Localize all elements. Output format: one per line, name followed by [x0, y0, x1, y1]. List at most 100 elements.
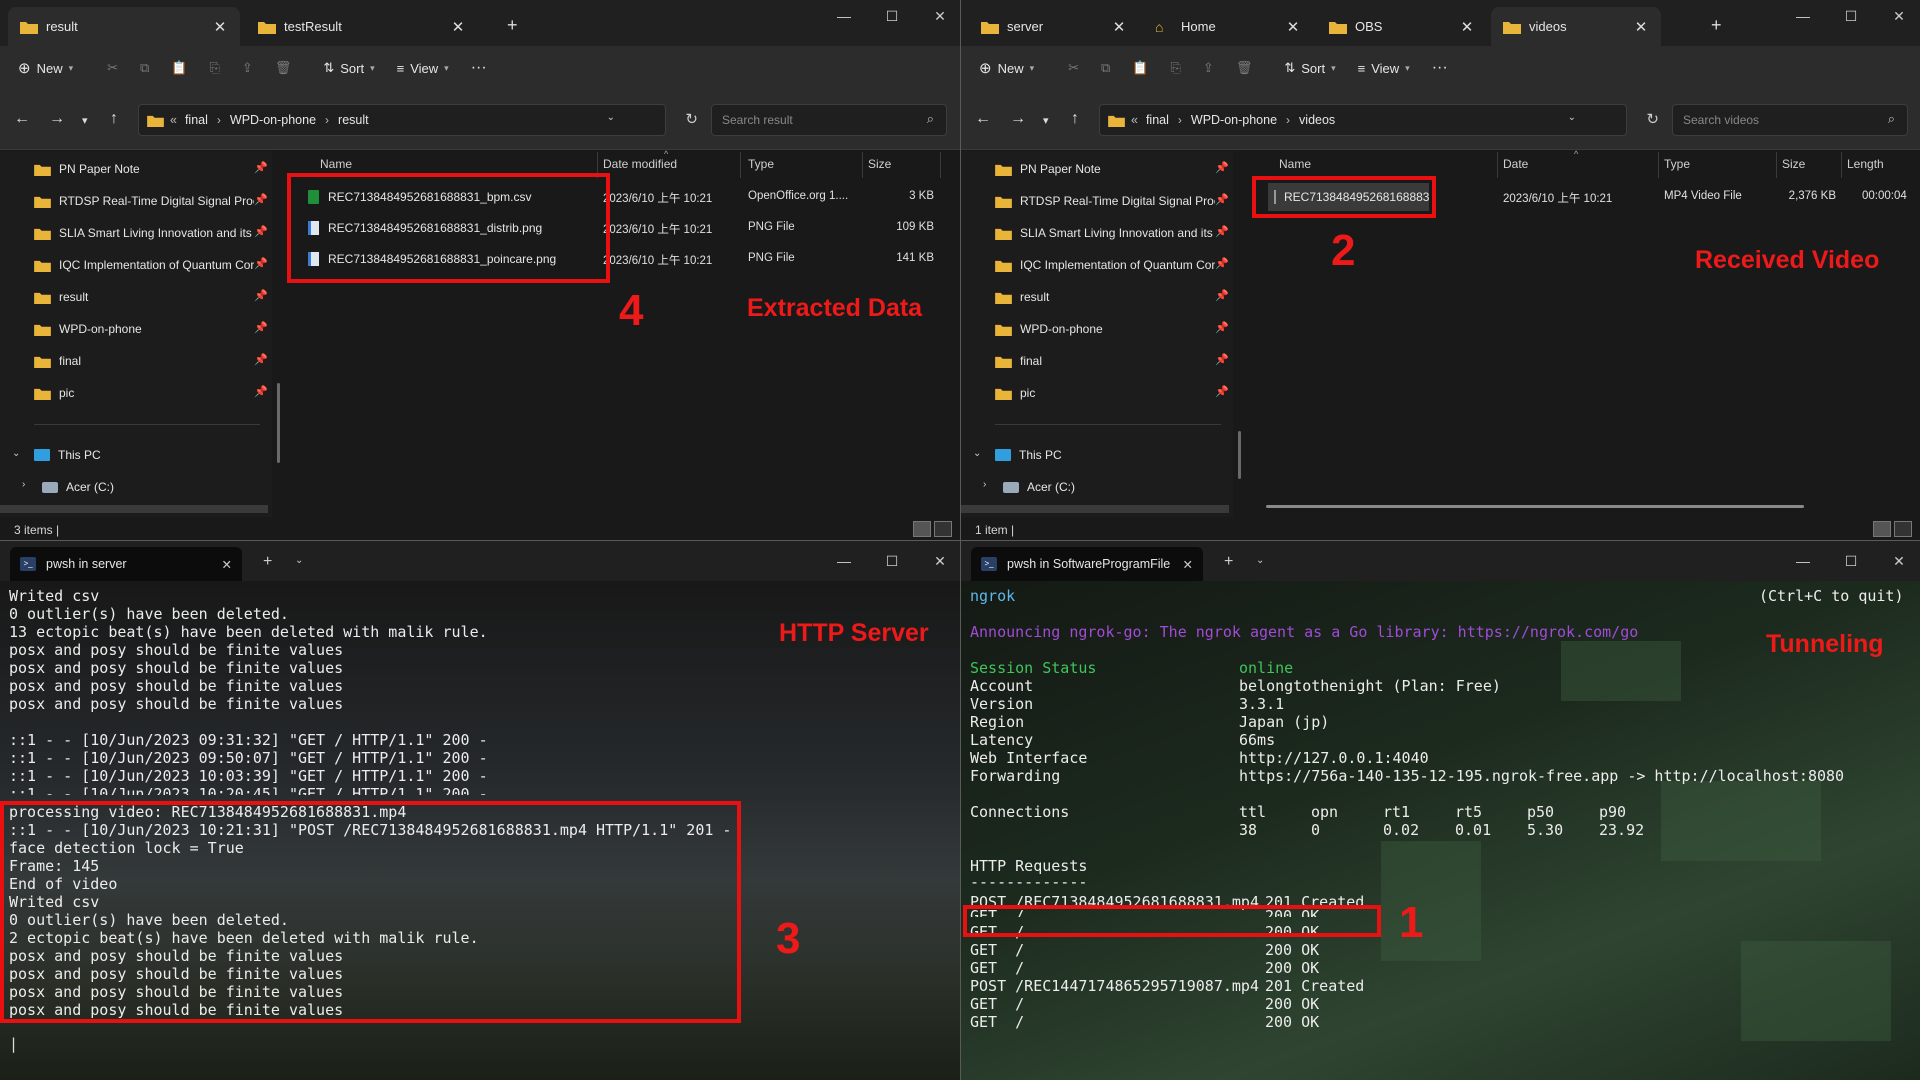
- close-window-icon[interactable]: ✕: [1875, 6, 1920, 26]
- refresh-icon[interactable]: ↻: [685, 110, 698, 128]
- sidebar-item-final[interactable]: final: [995, 351, 1042, 371]
- close-icon[interactable]: ✕: [1111, 18, 1127, 36]
- sidebar-item-result[interactable]: result: [34, 287, 88, 307]
- close-icon[interactable]: ✕: [212, 18, 228, 36]
- delete-icon[interactable]: 🗑: [275, 60, 292, 76]
- refresh-icon[interactable]: ↻: [1646, 110, 1659, 128]
- tab-home[interactable]: ⌂ Home ✕: [1143, 7, 1313, 46]
- address-bar[interactable]: « final › WPD-on-phone › result ⌄ ↻: [138, 104, 698, 136]
- minimize-icon[interactable]: —: [1779, 6, 1827, 26]
- sort-button[interactable]: ⇅ Sort ▾: [1284, 60, 1335, 76]
- chevron-right-icon[interactable]: ›: [983, 479, 986, 490]
- sidebar-item-pic[interactable]: pic: [34, 383, 74, 403]
- tab-obs[interactable]: OBS ✕: [1317, 7, 1487, 46]
- chevron-down-icon[interactable]: ⌄: [1568, 112, 1576, 123]
- sidebar-item-wpd[interactable]: WPD-on-phone: [995, 319, 1103, 339]
- forward-arrow-icon[interactable]: →: [1010, 110, 1026, 128]
- new-button[interactable]: ⊕ New ▾: [18, 59, 73, 77]
- column-header-type[interactable]: Type: [748, 157, 774, 171]
- up-arrow-icon[interactable]: ↑: [110, 110, 118, 128]
- new-tab-button[interactable]: +: [1711, 15, 1722, 36]
- sidebar-item-pic[interactable]: pic: [995, 383, 1035, 403]
- share-icon[interactable]: ⇪: [242, 60, 253, 76]
- cut-icon[interactable]: ✂: [1068, 60, 1079, 76]
- breadcrumb-overflow[interactable]: «: [1131, 113, 1138, 127]
- pin-icon[interactable]: 📌: [254, 321, 268, 334]
- new-tab-button[interactable]: +: [263, 553, 272, 571]
- sidebar-item-this-pc[interactable]: This PC: [995, 445, 1062, 465]
- sidebar-item-slia[interactable]: SLIA Smart Living Innovation and its A: [34, 223, 254, 243]
- breadcrumb-result[interactable]: result: [338, 113, 369, 127]
- new-button[interactable]: ⊕ New ▾: [979, 59, 1034, 77]
- pin-icon[interactable]: 📌: [254, 289, 268, 302]
- tab-testresult[interactable]: testResult ✕: [246, 7, 478, 46]
- forward-arrow-icon[interactable]: →: [49, 110, 65, 128]
- pin-icon[interactable]: 📌: [254, 257, 268, 270]
- sidebar-item-wpd[interactable]: WPD-on-phone: [34, 319, 142, 339]
- sidebar-item-result[interactable]: result: [995, 287, 1049, 307]
- delete-icon[interactable]: 🗑: [1236, 60, 1253, 76]
- sort-button[interactable]: ⇅ Sort ▾: [323, 60, 374, 76]
- column-header-size[interactable]: Size: [1782, 157, 1805, 171]
- maximize-icon[interactable]: ☐: [868, 6, 916, 26]
- column-header-size[interactable]: Size: [868, 157, 891, 171]
- chevron-down-icon[interactable]: ⌄: [973, 448, 981, 459]
- paste-icon[interactable]: 📋: [171, 60, 187, 76]
- minimize-icon[interactable]: —: [820, 6, 868, 26]
- close-icon[interactable]: ✕: [1285, 18, 1301, 36]
- column-header-date[interactable]: Date modified: [603, 157, 677, 171]
- sidebar-item-iqc[interactable]: IQC Implementation of Quantum Cor: [995, 255, 1215, 275]
- view-button[interactable]: ≡ View ▾: [1358, 61, 1410, 76]
- minimize-icon[interactable]: —: [1779, 551, 1827, 571]
- more-options-button[interactable]: ···: [471, 59, 487, 77]
- back-arrow-icon[interactable]: ←: [975, 110, 991, 128]
- pin-icon[interactable]: 📌: [1215, 289, 1229, 302]
- pin-icon[interactable]: 📌: [254, 353, 268, 366]
- sidebar-item-iqc[interactable]: IQC Implementation of Quantum Cor: [34, 255, 254, 275]
- close-icon[interactable]: ✕: [1633, 18, 1649, 36]
- cut-icon[interactable]: ✂: [107, 60, 118, 76]
- breadcrumb-videos[interactable]: videos: [1299, 113, 1335, 127]
- sidebar-item-pn[interactable]: PN Paper Note: [34, 159, 140, 179]
- close-icon[interactable]: ✕: [1459, 18, 1475, 36]
- pin-icon[interactable]: 📌: [1215, 385, 1229, 398]
- scrollbar[interactable]: [277, 383, 280, 463]
- maximize-icon[interactable]: ☐: [1827, 6, 1875, 26]
- sidebar-item-drive[interactable]: Acer (C:): [42, 477, 114, 497]
- share-icon[interactable]: ⇪: [1203, 60, 1214, 76]
- address-bar[interactable]: « final › WPD-on-phone › videos ⌄ ↻: [1099, 104, 1659, 136]
- sidebar-item-drive[interactable]: Acer (C:): [1003, 477, 1075, 497]
- view-button[interactable]: ≡ View ▾: [397, 61, 449, 76]
- tiles-view-icon[interactable]: [934, 521, 952, 537]
- close-window-icon[interactable]: ✕: [916, 6, 960, 26]
- column-header-name[interactable]: Name: [1279, 157, 1311, 171]
- pin-icon[interactable]: 📌: [1215, 257, 1229, 270]
- terminal-tab[interactable]: >_ pwsh in server ✕: [10, 547, 242, 581]
- scrollbar[interactable]: [1238, 431, 1241, 479]
- chevron-down-icon[interactable]: ⌄: [1256, 555, 1264, 566]
- rename-icon[interactable]: ⎘: [1171, 60, 1181, 76]
- chevron-down-icon[interactable]: ⌄: [607, 112, 615, 123]
- sidebar-item-rtdsp[interactable]: RTDSP Real-Time Digital Signal Proces: [34, 191, 254, 211]
- pin-icon[interactable]: 📌: [1215, 321, 1229, 334]
- sidebar-item-rtdsp[interactable]: RTDSP Real-Time Digital Signal Proces: [995, 191, 1215, 211]
- pin-icon[interactable]: 📌: [254, 161, 268, 174]
- chevron-down-icon[interactable]: ⌄: [12, 448, 20, 459]
- tiles-view-icon[interactable]: [1894, 521, 1912, 537]
- chevron-right-icon[interactable]: ›: [22, 479, 25, 490]
- more-options-button[interactable]: ···: [1432, 59, 1448, 77]
- pin-icon[interactable]: 📌: [1215, 161, 1229, 174]
- breadcrumb-final[interactable]: final: [185, 113, 208, 127]
- up-arrow-icon[interactable]: ↑: [1071, 110, 1079, 128]
- scrollbar[interactable]: [1266, 505, 1804, 508]
- details-view-icon[interactable]: [913, 521, 931, 537]
- column-header-length[interactable]: Length: [1847, 157, 1884, 171]
- new-tab-button[interactable]: +: [1224, 553, 1233, 571]
- column-header-date[interactable]: Date: [1503, 157, 1528, 171]
- maximize-icon[interactable]: ☐: [1827, 551, 1875, 571]
- tab-result[interactable]: result ✕: [8, 7, 240, 46]
- close-window-icon[interactable]: ✕: [1875, 551, 1920, 571]
- maximize-icon[interactable]: ☐: [868, 551, 916, 571]
- breadcrumb-wpd[interactable]: WPD-on-phone: [1191, 113, 1277, 127]
- details-view-icon[interactable]: [1873, 521, 1891, 537]
